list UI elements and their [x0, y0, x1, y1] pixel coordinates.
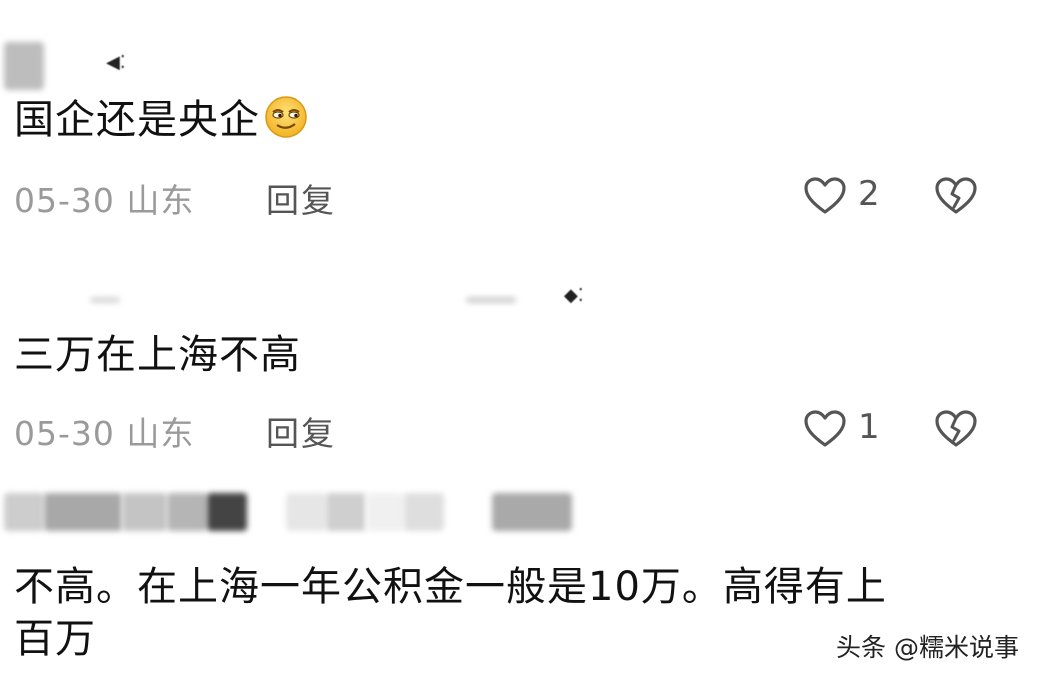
reply-button[interactable]: 回复: [266, 407, 336, 455]
comment-date-location: 05-30 山东: [14, 181, 195, 220]
username-blurred[interactable]: [4, 42, 44, 90]
comment-text-content: 国企还是央企: [14, 97, 260, 143]
username-blurred[interactable]: [4, 493, 247, 531]
username-decoration: ◀⁚: [106, 52, 126, 73]
smirk-emoji-icon: [265, 96, 307, 138]
username-blurred-3: [492, 493, 572, 531]
comment-item-1: ◀⁚ 国企还是央企 05-30 山东 回复 2: [0, 0, 1041, 235]
reply-button[interactable]: 回复: [266, 174, 336, 222]
heart-outline-icon[interactable]: [803, 409, 847, 449]
comment-text-line-2: 百万: [14, 616, 96, 662]
comment-item-2: ◆⁚ 三万在上海不高 05-30 山东 回复 1: [0, 235, 1041, 475]
comment-text: 不高。在上海一年公积金一般是10万。高得有上 百万: [14, 561, 887, 665]
comment-text: 三万在上海不高: [14, 329, 301, 381]
comment-text: 国企还是央企: [14, 94, 308, 146]
username-blurred[interactable]: [90, 297, 120, 303]
watermark: 头条 @糯米说事: [836, 633, 1019, 662]
like-count: 1: [858, 407, 880, 447]
username-blurred-2: [466, 297, 516, 303]
username-blurred-2: [286, 493, 444, 531]
like-count: 2: [858, 174, 880, 214]
broken-heart-icon[interactable]: [934, 176, 978, 216]
comment-date-location: 05-30 山东: [14, 414, 195, 453]
username-decoration: ◆⁚: [564, 285, 584, 306]
comment-text-line-1: 不高。在上海一年公积金一般是10万。高得有上: [14, 564, 887, 610]
heart-outline-icon[interactable]: [803, 176, 847, 216]
comment-text-content: 三万在上海不高: [14, 332, 301, 378]
broken-heart-icon[interactable]: [934, 409, 978, 449]
